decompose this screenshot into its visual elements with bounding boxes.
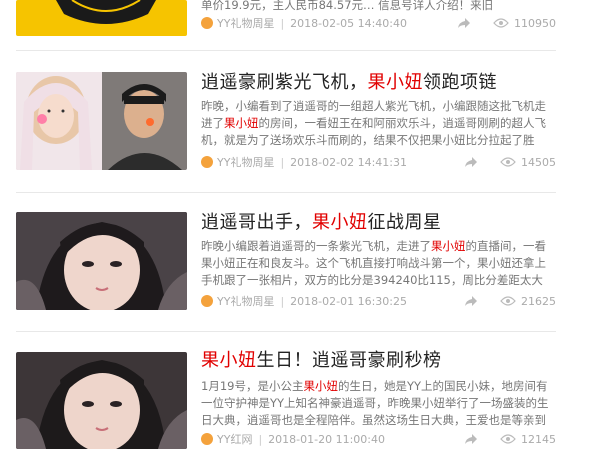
publish-time: 2018-02-05 14:40:40 <box>290 16 407 30</box>
title-highlight: 果小妞 <box>367 72 423 93</box>
publish-time: 2018-02-01 16:30:25 <box>290 294 407 308</box>
article-summary: 昨晚小编跟着逍遥哥的一条紫光飞机，走进了果小妞的直播间，一看果小妞正在和良友斗。… <box>201 239 546 287</box>
article-thumbnail[interactable] <box>16 72 187 170</box>
article-summary: 1月19号，是小公主果小妞的生日，她是YY上的国民小妹，地房间有一位守护神是YY… <box>201 379 549 427</box>
view-count: 110950 <box>514 16 556 30</box>
list-item[interactable]: 单价19.9元，主人民币84.57元… 信息号详人介绍！来旧 YY礼物周星 | … <box>0 0 600 50</box>
title-highlight: 果小妞 <box>201 350 257 371</box>
source-icon <box>201 433 213 445</box>
divider <box>16 50 556 51</box>
share-icon[interactable] <box>464 433 478 445</box>
article-thumbnail[interactable] <box>16 352 187 449</box>
source-name[interactable]: YY礼物周星 <box>217 154 274 170</box>
source-name[interactable]: YY礼物周星 <box>217 15 274 31</box>
article-meta: YY礼物周星 | 2018-02-02 14:41:31 14505 <box>201 152 556 172</box>
source-name[interactable]: YY红网 <box>217 431 252 447</box>
article-summary: 单价19.9元，主人民币84.57元… 信息号详人介绍！来旧 <box>201 0 494 12</box>
share-icon[interactable] <box>464 295 478 307</box>
view-count: 14505 <box>521 155 556 169</box>
article-meta: YY礼物周星 | 2018-02-01 16:30:25 21625 <box>201 291 556 311</box>
publish-time: 2018-01-20 11:00:40 <box>268 432 385 446</box>
view-count: 12145 <box>521 432 556 446</box>
list-item[interactable]: 逍遥哥出手，果小妞征战周星 昨晚小编跟着逍遥哥的一条紫光飞机，走进了果小妞的直播… <box>0 210 600 332</box>
eye-icon <box>500 157 516 167</box>
list-item[interactable]: 逍遥豪刷紫光飞机，果小妞领跑项链 昨晚，小编看到了逍遥哥的一组超人紫光飞机，小编… <box>0 70 600 192</box>
eye-icon <box>500 434 516 444</box>
article-title[interactable]: 逍遥哥出手，果小妞征战周星 <box>201 212 442 234</box>
divider <box>16 192 556 193</box>
news-feed: 单价19.9元，主人民币84.57元… 信息号详人介绍！来旧 YY礼物周星 | … <box>0 0 600 449</box>
list-item[interactable]: 果小妞生日！逍遥哥豪刷秒榜 1月19号，是小公主果小妞的生日，她是YY上的国民小… <box>0 350 600 449</box>
share-icon[interactable] <box>457 17 471 29</box>
eye-icon <box>500 296 516 306</box>
article-thumbnail[interactable] <box>16 212 187 310</box>
article-meta: YY红网 | 2018-01-20 11:00:40 12145 <box>201 429 556 449</box>
eye-icon <box>493 18 509 28</box>
article-title[interactable]: 逍遥豪刷紫光飞机，果小妞领跑项链 <box>201 72 497 94</box>
article-title[interactable]: 果小妞生日！逍遥哥豪刷秒榜 <box>201 350 442 372</box>
source-name[interactable]: YY礼物周星 <box>217 293 274 309</box>
article-meta: YY礼物周星 | 2018-02-05 14:40:40 110950 <box>201 13 556 33</box>
article-thumbnail[interactable] <box>16 0 187 36</box>
divider <box>16 331 556 332</box>
view-count: 21625 <box>521 294 556 308</box>
article-summary: 昨晚，小编看到了逍遥哥的一组超人紫光飞机，小编跟随这批飞机走进了果小妞的房间，一… <box>201 99 546 147</box>
source-icon <box>201 17 213 29</box>
source-icon <box>201 295 213 307</box>
source-icon <box>201 156 213 168</box>
title-highlight: 果小妞 <box>312 212 368 233</box>
share-icon[interactable] <box>464 156 478 168</box>
publish-time: 2018-02-02 14:41:31 <box>290 155 407 169</box>
